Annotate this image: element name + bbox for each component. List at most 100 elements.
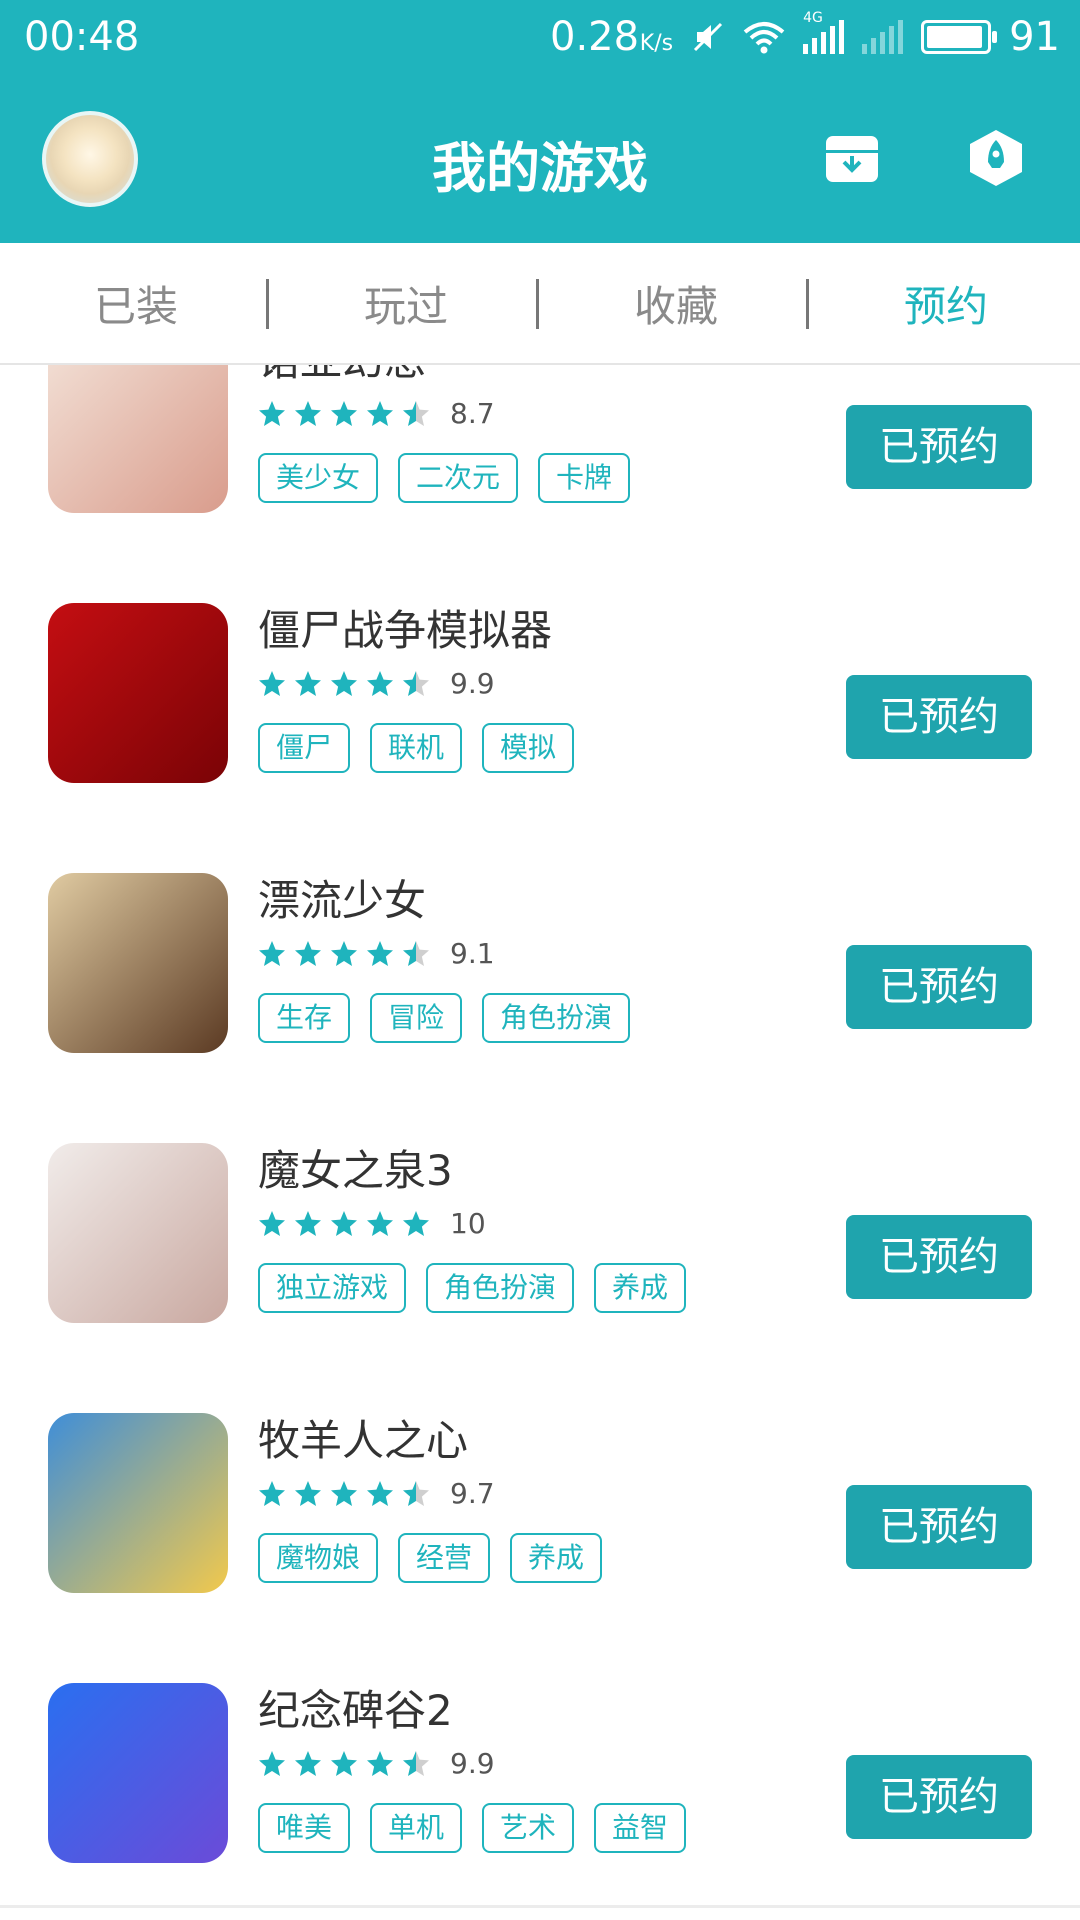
game-name[interactable]: 僵尸战争模拟器 [258,597,552,658]
reserved-button[interactable]: 已预约 [846,1215,1032,1299]
status-bar: 00:48 0.28 K/s 4G 91 [0,10,1080,64]
tag-chip[interactable]: 养成 [510,1533,603,1583]
tag-list: 生存 冒险 角色扮演 [258,993,631,1043]
mute-icon [694,22,723,52]
reserved-button[interactable]: 已预约 [846,405,1032,489]
tag-list: 独立游戏 角色扮演 养成 [258,1263,687,1313]
tag-chip[interactable]: 模拟 [482,723,575,773]
tag-chip[interactable]: 独立游戏 [258,1263,407,1313]
star-icon [295,1480,321,1506]
rocket-icon[interactable] [966,128,1026,188]
star-icon [295,1750,321,1776]
star-icon [295,940,321,966]
tab-reserved[interactable]: 预约 [846,273,1046,334]
network-type-label: 4G [803,10,823,26]
star-icon [331,1750,357,1776]
game-icon[interactable] [48,365,228,513]
tab-installed[interactable]: 已装 [36,273,236,334]
game-list-item[interactable]: 僵尸战争模拟器 9.9 僵尸 联机 模拟 已预约 [0,555,1080,828]
rating-stars: 10 [258,1207,486,1240]
net-speed-unit: K/s [639,31,674,56]
game-icon[interactable] [48,603,228,783]
game-list-item[interactable]: 牧羊人之心 9.7 魔物娘 经营 养成 已预约 [0,1365,1080,1638]
rating-stars: 8.7 [258,397,495,430]
tag-chip[interactable]: 益智 [594,1803,687,1853]
rating-stars: 9.9 [258,1747,495,1780]
tag-chip[interactable]: 经营 [398,1533,491,1583]
star-icon [259,1480,285,1506]
tag-chip[interactable]: 冒险 [370,993,463,1043]
tab-favorites[interactable]: 收藏 [576,273,776,334]
star-icon [367,1480,393,1506]
star-icon [331,670,357,696]
game-name[interactable]: 漂流少女 [258,867,426,928]
star-icon [295,1210,321,1236]
rating-score: 9.7 [450,1477,495,1510]
game-icon[interactable] [48,1683,228,1863]
tag-chip[interactable]: 二次元 [398,453,519,503]
star-icon [403,670,429,696]
battery-icon [921,20,998,54]
star-icon [295,400,321,426]
reserved-button[interactable]: 已预约 [846,1755,1032,1839]
star-icon [403,1480,429,1506]
rating-score: 9.9 [450,667,495,700]
tag-chip[interactable]: 僵尸 [258,723,351,773]
game-list-item[interactable]: 纪念碑谷2 9.9 唯美 单机 艺术 益智 已预约 [0,1635,1080,1908]
rating-score: 10 [450,1207,486,1240]
reserved-button[interactable]: 已预约 [846,1485,1032,1569]
star-icon [331,1480,357,1506]
star-icon [403,940,429,966]
rating-stars: 9.1 [258,937,495,970]
tag-chip[interactable]: 角色扮演 [426,1263,575,1313]
tag-chip[interactable]: 生存 [258,993,351,1043]
tag-chip[interactable]: 养成 [594,1263,687,1313]
wifi-icon [743,22,785,54]
game-icon[interactable] [48,1143,228,1323]
star-icon [259,670,285,696]
tag-chip[interactable]: 艺术 [482,1803,575,1853]
star-icon [403,1750,429,1776]
tag-list: 唯美 单机 艺术 益智 [258,1803,687,1853]
star-icon [403,1210,429,1236]
tab-played[interactable]: 玩过 [306,273,506,334]
tag-chip[interactable]: 卡牌 [538,453,631,503]
tag-chip[interactable]: 单机 [370,1803,463,1853]
tab-divider [266,279,269,329]
star-icon [259,1750,285,1776]
reserved-button[interactable]: 已预约 [846,675,1032,759]
tag-chip[interactable]: 魔物娘 [258,1533,379,1583]
game-icon[interactable] [48,873,228,1053]
net-speed: 0.28 K/s [550,14,673,60]
star-icon [331,400,357,426]
game-name[interactable]: 诺亚幻想 [258,365,426,388]
star-icon [367,940,393,966]
star-icon [331,940,357,966]
game-icon[interactable] [48,1413,228,1593]
game-list-item[interactable]: 漂流少女 9.1 生存 冒险 角色扮演 已预约 [0,825,1080,1098]
star-icon [259,400,285,426]
signal-strength-icon: 4G [803,10,845,54]
star-icon [259,1210,285,1236]
status-right: 0.28 K/s 4G 91 [550,10,1060,60]
game-name[interactable]: 牧羊人之心 [258,1407,468,1468]
tag-chip[interactable]: 角色扮演 [482,993,631,1043]
tag-list: 美少女 二次元 卡牌 [258,453,631,503]
tag-chip[interactable]: 美少女 [258,453,379,503]
game-name[interactable]: 魔女之泉3 [258,1137,453,1198]
game-name[interactable]: 纪念碑谷2 [258,1677,453,1738]
star-icon [295,670,321,696]
star-icon [367,1750,393,1776]
signal-strength-sim2-icon [862,20,904,54]
tab-divider [806,279,809,329]
game-list-item[interactable]: 魔女之泉3 10 独立游戏 角色扮演 养成 已预约 [0,1095,1080,1368]
game-list-item[interactable]: 诺亚幻想 8.7 美少女二次元卡牌 已预约 [0,365,1080,558]
download-box-icon[interactable] [822,128,882,188]
tag-chip[interactable]: 唯美 [258,1803,351,1853]
reserved-button[interactable]: 已预约 [846,945,1032,1029]
rating-score: 9.1 [450,937,495,970]
tag-chip[interactable]: 联机 [370,723,463,773]
game-list: 诺亚幻想8.7美少女二次元卡牌已预约僵尸战争模拟器9.9僵尸联机模拟已预约漂流少… [0,365,1080,1920]
rating-stars: 9.7 [258,1477,495,1510]
star-icon [367,670,393,696]
